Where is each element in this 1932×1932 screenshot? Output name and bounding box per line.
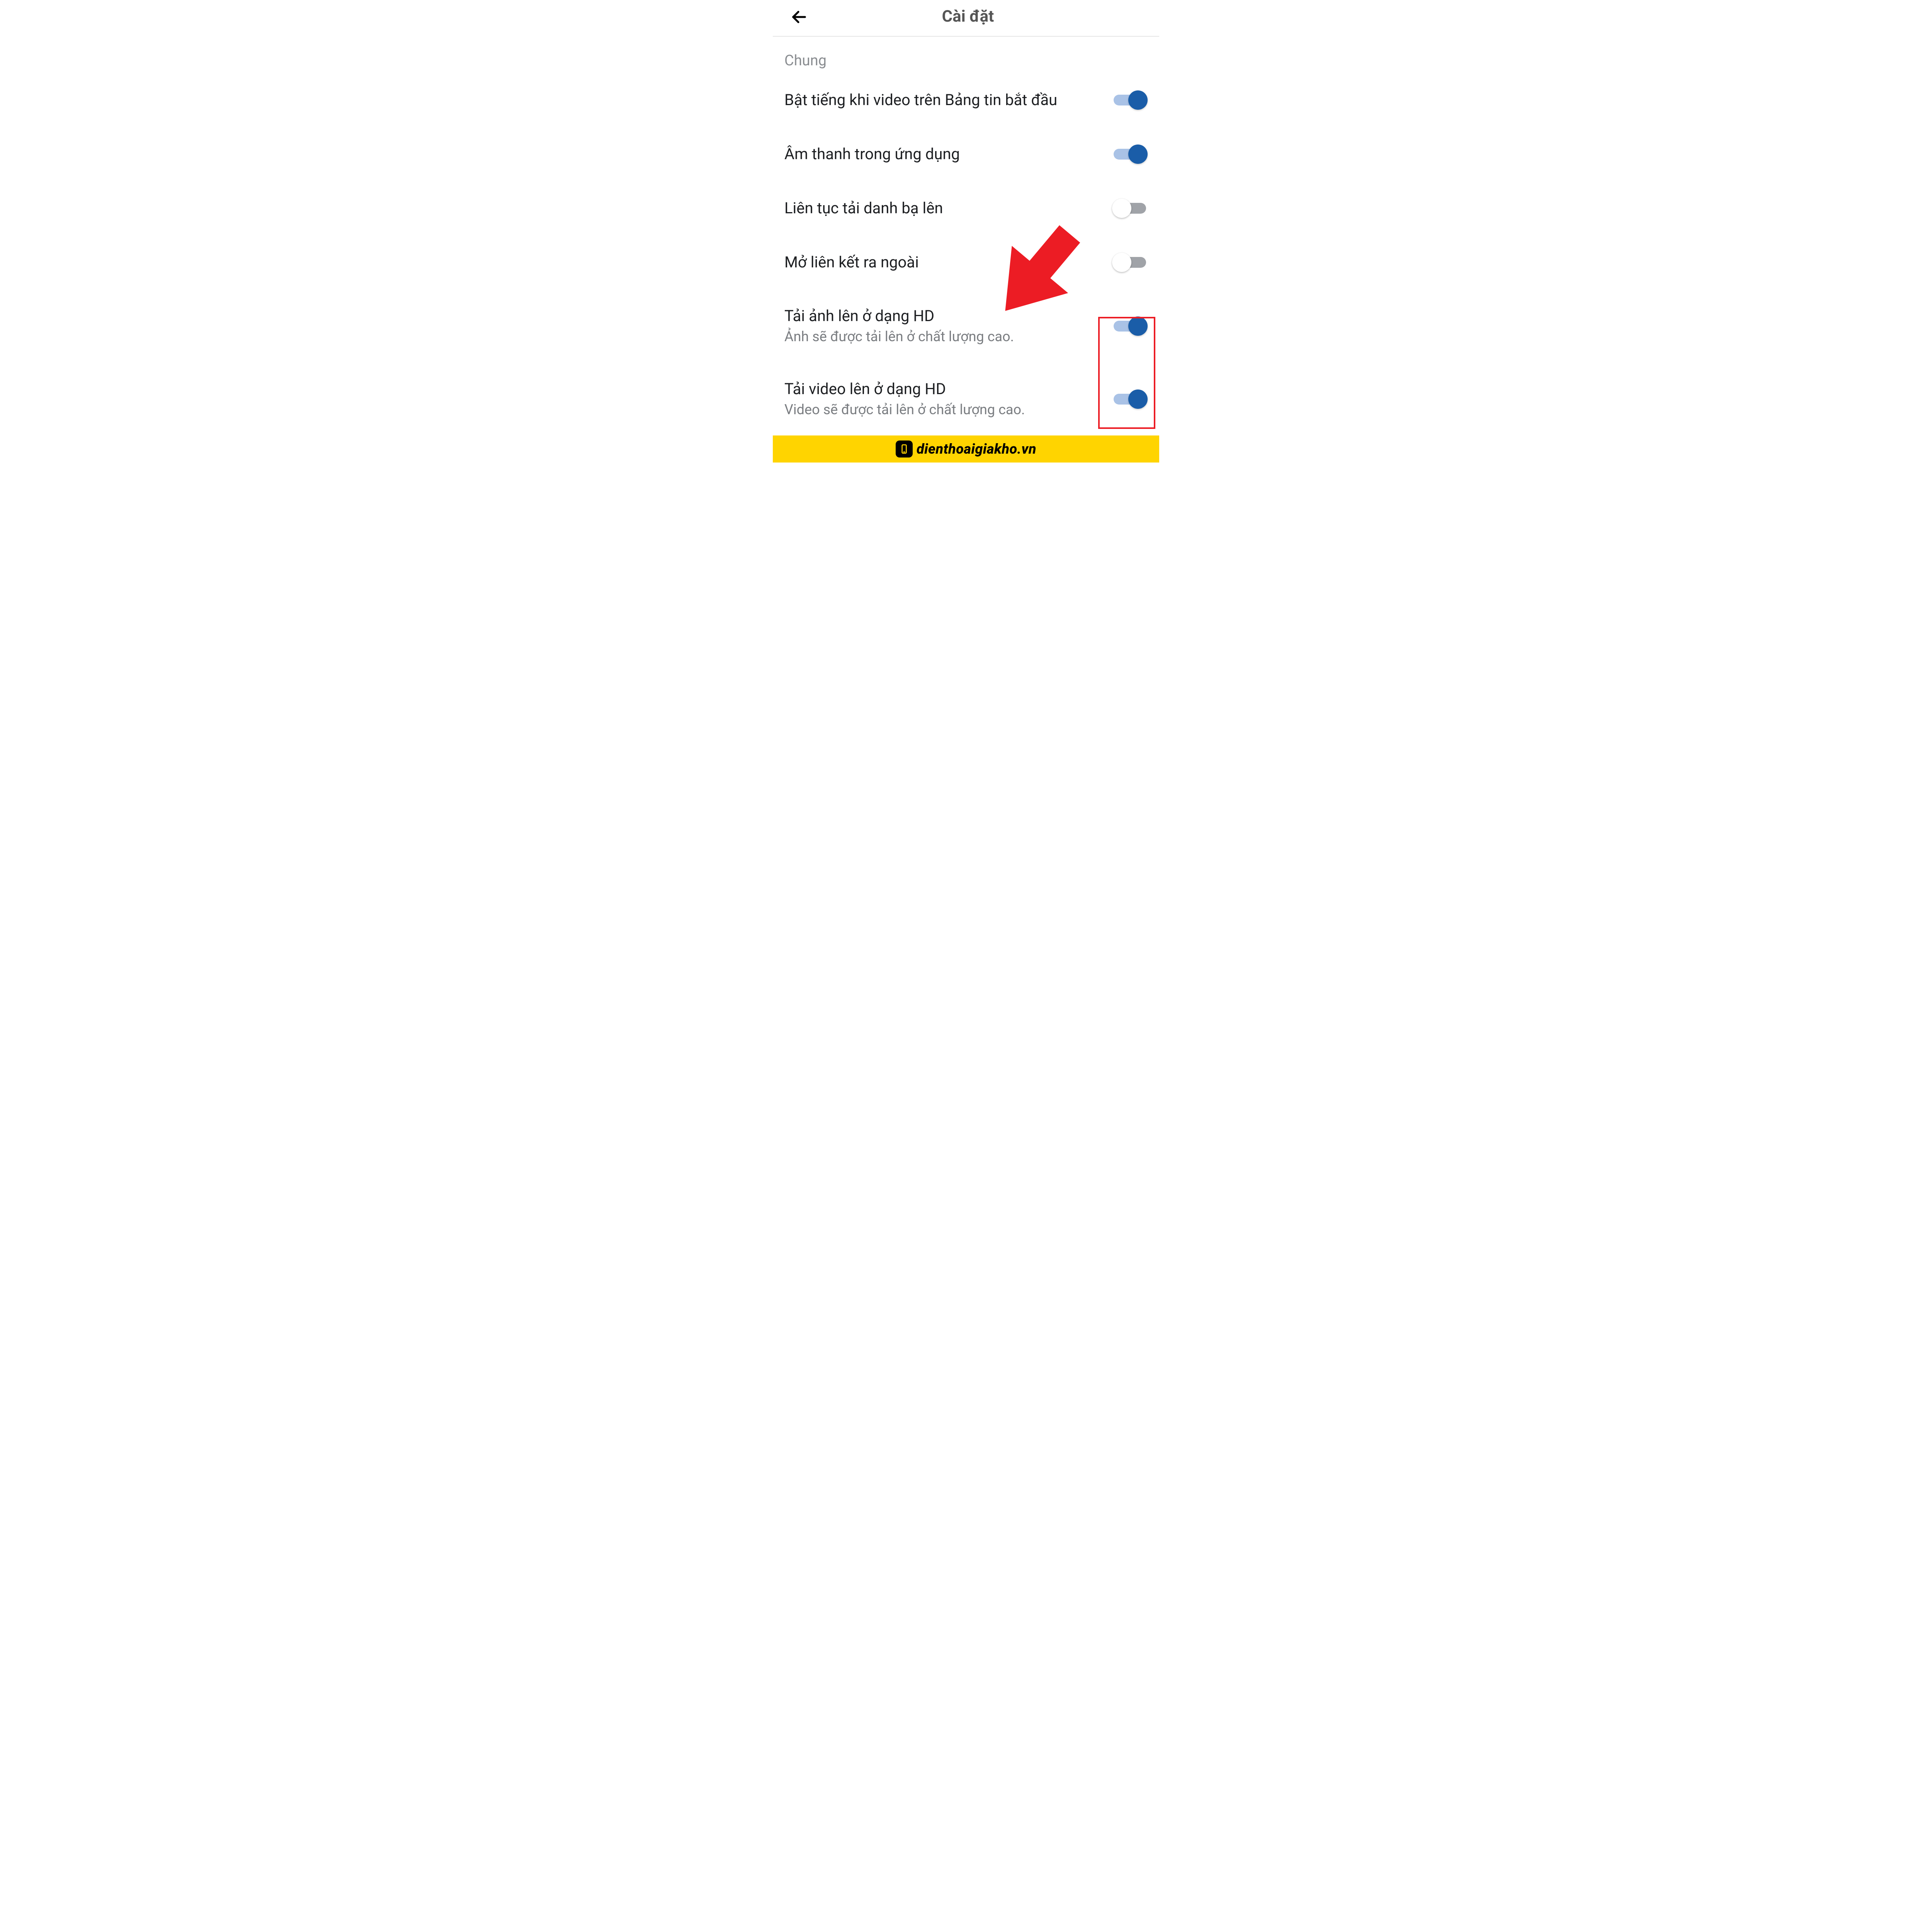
back-button[interactable]: [788, 6, 810, 28]
setting-label: Âm thanh trong ứng dụng: [784, 145, 1104, 164]
page-title: Cài đặt: [788, 7, 1148, 26]
switch-knob: [1112, 253, 1131, 272]
toggle-upload-photos-hd[interactable]: [1112, 316, 1148, 336]
setting-row-upload-photos-hd[interactable]: Tải ảnh lên ở dạng HD Ảnh sẽ được tải lê…: [773, 289, 1159, 362]
setting-label: Bật tiếng khi video trên Bảng tin bắt đầ…: [784, 90, 1104, 110]
switch-knob: [1128, 90, 1148, 110]
setting-sublabel: Ảnh sẽ được tải lên ở chất lượng cao.: [784, 328, 1104, 345]
setting-row-sound-newsfeed-video[interactable]: Bật tiếng khi video trên Bảng tin bắt đầ…: [773, 73, 1159, 127]
section-label-general: Chung: [773, 37, 1159, 73]
setting-label: Liên tục tải danh bạ lên: [784, 199, 1104, 218]
setting-row-open-links-external[interactable]: Mở liên kết ra ngoài: [773, 235, 1159, 289]
switch-knob: [1112, 199, 1131, 218]
switch-knob: [1128, 389, 1148, 409]
settings-screen: Cài đặt Chung Bật tiếng khi video trên B…: [773, 0, 1159, 463]
setting-label: Mở liên kết ra ngoài: [784, 253, 1104, 272]
footer-watermark: dienthoaigiakho.vn: [773, 435, 1159, 463]
header-bar: Cài đặt: [773, 0, 1159, 37]
setting-row-in-app-sound[interactable]: Âm thanh trong ứng dụng: [773, 127, 1159, 181]
setting-label: Tải ảnh lên ở dạng HD: [784, 306, 1104, 326]
setting-label: Tải video lên ở dạng HD: [784, 379, 1104, 399]
settings-list: Bật tiếng khi video trên Bảng tin bắt đầ…: [773, 73, 1159, 435]
footer-logo-icon: [896, 440, 913, 457]
arrow-left-icon: [790, 8, 808, 26]
setting-row-continuous-contacts[interactable]: Liên tục tải danh bạ lên: [773, 181, 1159, 235]
toggle-continuous-contacts[interactable]: [1112, 198, 1148, 218]
footer-site-text: dienthoaigiakho.vn: [917, 441, 1036, 457]
toggle-sound-newsfeed-video[interactable]: [1112, 90, 1148, 110]
setting-row-upload-videos-hd[interactable]: Tải video lên ở dạng HD Video sẽ được tả…: [773, 362, 1159, 435]
setting-sublabel: Video sẽ được tải lên ở chất lượng cao.: [784, 401, 1104, 418]
toggle-in-app-sound[interactable]: [1112, 144, 1148, 164]
switch-knob: [1128, 145, 1148, 164]
toggle-upload-videos-hd[interactable]: [1112, 389, 1148, 409]
switch-knob: [1128, 316, 1148, 336]
toggle-open-links-external[interactable]: [1112, 252, 1148, 272]
